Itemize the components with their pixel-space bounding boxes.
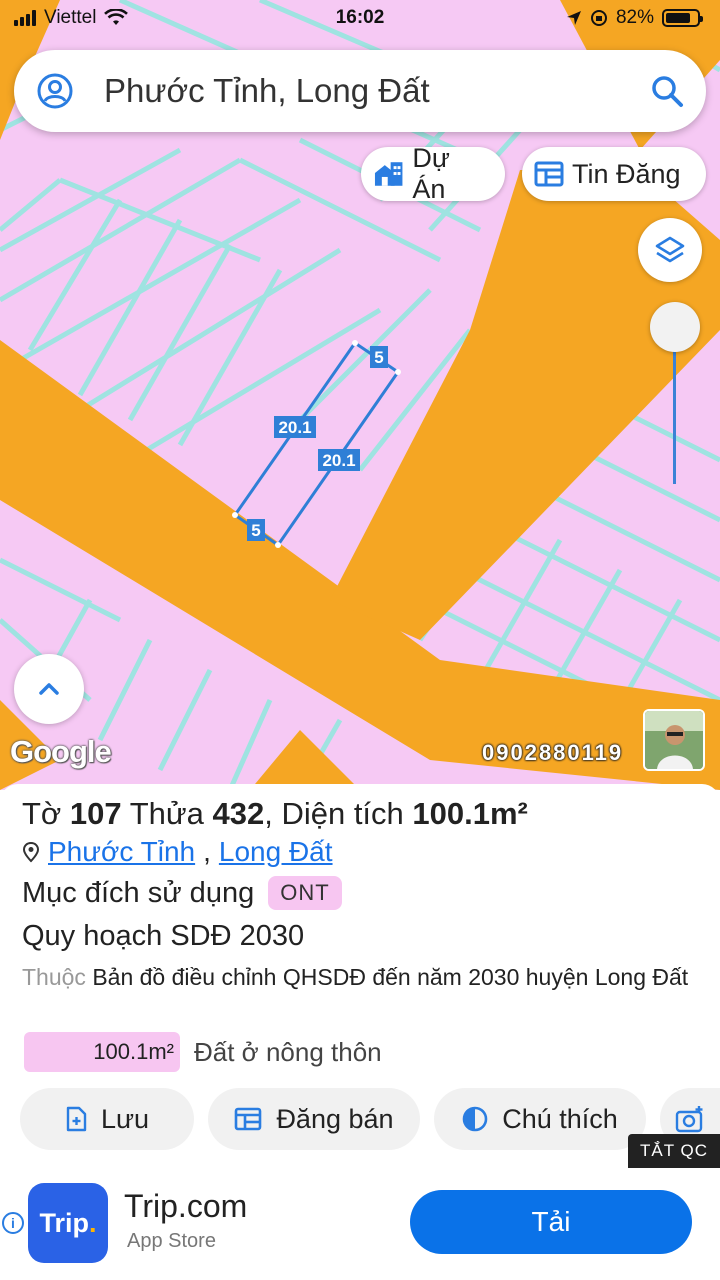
parcel-location: Phước Tỉnh, Long Đất (22, 836, 333, 868)
legend-swatch: 100.1m² (24, 1032, 180, 1072)
dimension-label-left: 20.1 (278, 418, 311, 437)
listings-chip[interactable]: Tin Đăng (522, 147, 706, 201)
wifi-icon (104, 9, 129, 25)
plan-title: Quy hoạch SDĐ 2030 (22, 920, 305, 952)
legend-button[interactable]: Chú thích (434, 1088, 646, 1150)
download-button[interactable]: Tải (410, 1190, 692, 1254)
land-use-label: Mục đích sử dụng (22, 876, 255, 909)
carrier-name: Viettel (44, 7, 97, 28)
ad-info-icon[interactable]: i (2, 1212, 24, 1234)
land-use-row: Mục đích sử dụng ONT (22, 876, 342, 910)
google-watermark: Google (10, 734, 112, 769)
layers-icon (655, 236, 685, 263)
parcel-info-panel: Tờ 107 Thửa 432, Diện tích 100.1m² Phước… (0, 784, 720, 1280)
orientation-lock-icon (590, 10, 607, 26)
status-bar: Viettel 16:02 82% (0, 0, 720, 36)
opacity-slider-track[interactable] (673, 330, 676, 484)
search-icon[interactable] (650, 74, 684, 108)
app-logo[interactable]: Trip. (28, 1183, 108, 1263)
location-arrow-icon (566, 11, 581, 25)
dimension-label-right: 20.1 (322, 451, 355, 470)
district-link[interactable]: Long Đất (219, 836, 333, 868)
ad-app-name: Trip.com (124, 1188, 248, 1224)
ward-link[interactable]: Phước Tỉnh (48, 836, 195, 868)
listings-label: Tin Đăng (572, 158, 681, 189)
dimension-label-top: 5 (374, 348, 383, 367)
ad-store-name: App Store (127, 1230, 216, 1252)
cell-signal-icon (14, 10, 36, 26)
legend-label: Đất ở nông thôn (194, 1036, 382, 1067)
projects-chip[interactable]: Dự Án (361, 143, 505, 204)
hide-ads-button[interactable]: TẮT QC (628, 1134, 720, 1168)
post-sale-button[interactable]: Đăng bán (208, 1088, 420, 1150)
dimension-label-bottom: 5 (251, 521, 260, 540)
action-bar: Lưu Đăng bán Chú thích (20, 1088, 720, 1150)
layers-button[interactable] (638, 218, 702, 282)
avatar[interactable] (643, 709, 705, 771)
plan-source: Thuộc Bản đồ điều chỉnh QHSDĐ đến năm 20… (22, 964, 689, 990)
opacity-slider-knob[interactable] (650, 302, 700, 352)
save-button[interactable]: Lưu (20, 1088, 194, 1150)
parcel-title: Tờ 107 Thửa 432, Diện tích 100.1m² (22, 796, 528, 831)
chevron-up-icon (39, 683, 59, 695)
search-input[interactable]: Phước Tỉnh, Long Đất (104, 72, 650, 110)
listing-icon (235, 1107, 262, 1131)
add-file-icon (66, 1106, 87, 1132)
land-use-legend: 100.1m² Đất ở nông thôn (24, 1032, 382, 1072)
expand-panel-button[interactable] (14, 654, 84, 724)
battery-icon (662, 9, 703, 27)
add-photo-icon (675, 1106, 703, 1133)
contact-phone[interactable]: 0902880119 (482, 740, 623, 766)
account-icon[interactable] (36, 72, 74, 110)
ad-banner[interactable]: i Trip. Trip.com App Store Tải (0, 1168, 720, 1280)
location-pin-icon (22, 841, 40, 863)
building-icon (374, 162, 403, 186)
contrast-icon (462, 1106, 488, 1132)
search-bar[interactable]: Phước Tỉnh, Long Đất (14, 50, 706, 132)
projects-label: Dự Án (412, 143, 450, 204)
listing-icon (534, 161, 564, 187)
land-use-badge: ONT (268, 876, 342, 910)
battery-percent: 82% (615, 7, 654, 28)
